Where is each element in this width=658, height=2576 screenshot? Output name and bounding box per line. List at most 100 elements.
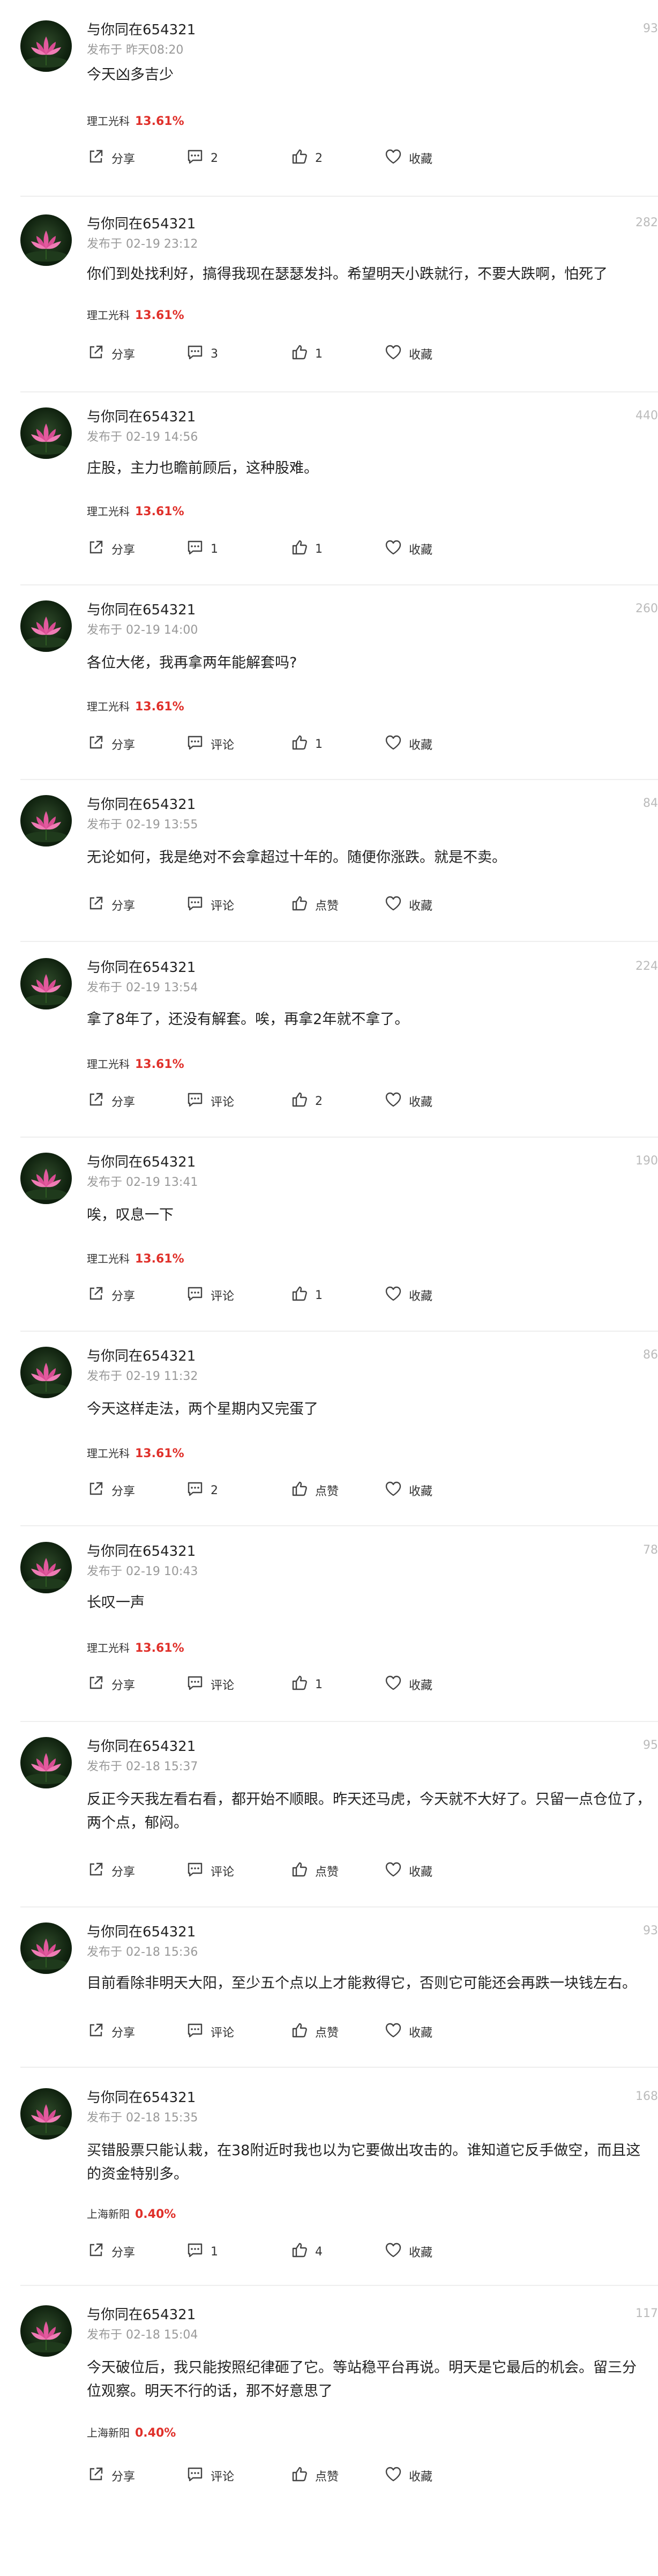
- stock-tag[interactable]: 上海新阳 0.40%: [87, 2204, 176, 2224]
- share-button[interactable]: 分享: [87, 147, 135, 169]
- post-content[interactable]: 拿了8年了，还没有解套。唉，再拿2年就不拿了。: [87, 1008, 658, 1031]
- stock-tag[interactable]: 理工光科 13.61%: [87, 697, 184, 716]
- comment-button[interactable]: 评论: [186, 894, 234, 916]
- stock-tag[interactable]: 理工光科 13.61%: [87, 306, 184, 325]
- post-content[interactable]: 目前看除非明天大阳，至少五个点以上才能救得它，否则它可能还会再跌一块钱左右。: [87, 1972, 658, 1995]
- post-content[interactable]: 无论如何，我是绝对不会拿超过十年的。随便你涨跌。就是不卖。: [87, 846, 658, 870]
- avatar[interactable]: [20, 1737, 72, 1788]
- username[interactable]: 与你同在654321: [87, 2089, 196, 2106]
- avatar[interactable]: [20, 795, 72, 847]
- share-button[interactable]: 分享: [87, 538, 135, 560]
- username[interactable]: 与你同在654321: [87, 1738, 196, 1755]
- post-content[interactable]: 买错股票只能认栽，在38附近时我也以为它要做出攻击的。谁知道它反手做空，而且这 …: [87, 2139, 658, 2186]
- comment-button[interactable]: 2: [186, 1480, 218, 1501]
- username[interactable]: 与你同在654321: [87, 1154, 196, 1171]
- avatar[interactable]: [20, 958, 72, 1009]
- stock-tag[interactable]: 理工光科 13.61%: [87, 1249, 184, 1268]
- username[interactable]: 与你同在654321: [87, 796, 196, 813]
- share-button[interactable]: 分享: [87, 1090, 135, 1112]
- like-button[interactable]: 点赞: [290, 1480, 339, 1501]
- comment-button[interactable]: 3: [186, 343, 218, 365]
- avatar[interactable]: [20, 214, 72, 266]
- comment-button[interactable]: 评论: [186, 1285, 234, 1306]
- avatar[interactable]: [20, 20, 72, 72]
- username[interactable]: 与你同在654321: [87, 959, 196, 976]
- favorite-button[interactable]: 收藏: [384, 1090, 432, 1112]
- favorite-button[interactable]: 收藏: [384, 538, 432, 560]
- like-button[interactable]: 点赞: [290, 2465, 339, 2486]
- avatar[interactable]: [20, 1347, 72, 1398]
- favorite-button[interactable]: 收藏: [384, 1860, 432, 1882]
- share-button[interactable]: 分享: [87, 1480, 135, 1501]
- like-button[interactable]: 点赞: [290, 1860, 339, 1882]
- comment-button[interactable]: 1: [186, 538, 218, 560]
- like-button[interactable]: 2: [290, 147, 323, 169]
- stock-tag[interactable]: 上海新阳 0.40%: [87, 2423, 176, 2443]
- like-button[interactable]: 点赞: [290, 894, 339, 916]
- favorite-button[interactable]: 收藏: [384, 2465, 432, 2486]
- like-button[interactable]: 1: [290, 343, 323, 365]
- like-button[interactable]: 点赞: [290, 2021, 339, 2043]
- like-button[interactable]: 2: [290, 1090, 323, 1112]
- share-button[interactable]: 分享: [87, 733, 135, 755]
- username[interactable]: 与你同在654321: [87, 1348, 196, 1365]
- post-content[interactable]: 今天这样走法，两个星期内又完蛋了: [87, 1398, 658, 1421]
- post-content[interactable]: 你们到处找利好，搞得我现在瑟瑟发抖。希望明天小跌就行，不要大跌啊，怕死了: [87, 263, 658, 286]
- post-content[interactable]: 今天凶多吉少: [87, 63, 658, 87]
- username[interactable]: 与你同在654321: [87, 1543, 196, 1560]
- stock-tag[interactable]: 理工光科 13.61%: [87, 112, 184, 131]
- comment-button[interactable]: 评论: [186, 2465, 234, 2486]
- avatar[interactable]: [20, 1153, 72, 1204]
- comment-button[interactable]: 1: [186, 2241, 218, 2262]
- like-button[interactable]: 4: [290, 2241, 323, 2262]
- favorite-button[interactable]: 收藏: [384, 733, 432, 755]
- post-content[interactable]: 庄股，主力也瞻前顾后，这种股难。: [87, 457, 658, 480]
- share-button[interactable]: 分享: [87, 1674, 135, 1695]
- favorite-button[interactable]: 收藏: [384, 1285, 432, 1306]
- stock-tag[interactable]: 理工光科 13.61%: [87, 1055, 184, 1074]
- comment-button[interactable]: 评论: [186, 733, 234, 755]
- like-button[interactable]: 1: [290, 1674, 323, 1695]
- share-button[interactable]: 分享: [87, 894, 135, 916]
- username[interactable]: 与你同在654321: [87, 602, 196, 619]
- username[interactable]: 与你同在654321: [87, 2306, 196, 2323]
- avatar[interactable]: [20, 407, 72, 459]
- stock-tag[interactable]: 理工光科 13.61%: [87, 502, 184, 521]
- avatar[interactable]: [20, 1922, 72, 1974]
- comment-button[interactable]: 评论: [186, 1674, 234, 1695]
- share-button[interactable]: 分享: [87, 2021, 135, 2043]
- username[interactable]: 与你同在654321: [87, 1924, 196, 1941]
- avatar[interactable]: [20, 2305, 72, 2357]
- stock-tag[interactable]: 理工光科 13.61%: [87, 1638, 184, 1658]
- username[interactable]: 与你同在654321: [87, 409, 196, 426]
- comment-button[interactable]: 评论: [186, 1090, 234, 1112]
- post-content[interactable]: 今天破位后，我只能按照纪律砸了它。等站稳平台再说。明天是它最后的机会。留三分 位…: [87, 2356, 658, 2403]
- favorite-button[interactable]: 收藏: [384, 1674, 432, 1695]
- stock-tag[interactable]: 理工光科 13.61%: [87, 1444, 184, 1463]
- share-button[interactable]: 分享: [87, 2241, 135, 2262]
- favorite-button[interactable]: 收藏: [384, 343, 432, 365]
- post-content[interactable]: 唉，叹息一下: [87, 1204, 658, 1227]
- username[interactable]: 与你同在654321: [87, 216, 196, 233]
- avatar[interactable]: [20, 1542, 72, 1593]
- share-button[interactable]: 分享: [87, 1860, 135, 1882]
- comment-button[interactable]: 评论: [186, 2021, 234, 2043]
- comment-button[interactable]: 评论: [186, 1860, 234, 1882]
- share-button[interactable]: 分享: [87, 1285, 135, 1306]
- post-content[interactable]: 反正今天我左看右看，都开始不顺眼。昨天还马虎，今天就不大好了。只留一点仓位了， …: [87, 1788, 658, 1835]
- favorite-button[interactable]: 收藏: [384, 147, 432, 169]
- like-button[interactable]: 1: [290, 538, 323, 560]
- favorite-button[interactable]: 收藏: [384, 2241, 432, 2262]
- avatar[interactable]: [20, 600, 72, 652]
- share-button[interactable]: 分享: [87, 343, 135, 365]
- favorite-button[interactable]: 收藏: [384, 1480, 432, 1501]
- post-content[interactable]: 各位大佬，我再拿两年能解套吗?: [87, 651, 658, 675]
- username[interactable]: 与你同在654321: [87, 21, 196, 39]
- favorite-button[interactable]: 收藏: [384, 2021, 432, 2043]
- comment-button[interactable]: 2: [186, 147, 218, 169]
- post-content[interactable]: 长叹一声: [87, 1591, 658, 1615]
- like-button[interactable]: 1: [290, 1285, 323, 1306]
- avatar[interactable]: [20, 2088, 72, 2140]
- favorite-button[interactable]: 收藏: [384, 894, 432, 916]
- share-button[interactable]: 分享: [87, 2465, 135, 2486]
